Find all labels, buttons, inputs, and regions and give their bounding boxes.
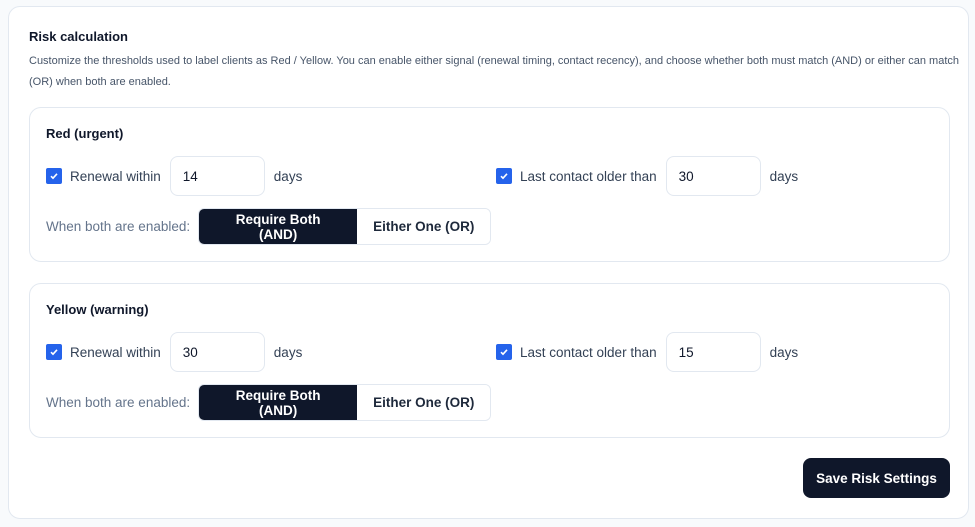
check-icon <box>50 349 58 356</box>
either-one-button[interactable]: Either One (OR) <box>357 385 491 420</box>
match-mode-label: When both are enabled: <box>46 395 191 410</box>
risk-settings-card: Risk calculation Customize the threshold… <box>8 6 969 519</box>
days-unit: days <box>769 344 799 360</box>
contact-label: Last contact older than <box>520 168 657 184</box>
require-both-button[interactable]: Require Both (AND) <box>199 209 358 244</box>
contact-row: Last contact older than days <box>496 332 798 372</box>
match-mode-toggle: Require Both (AND) Either One (OR) <box>198 208 492 245</box>
match-mode-row: When both are enabled: Require Both (AND… <box>46 384 492 421</box>
renewal-row: Renewal within days <box>46 332 302 372</box>
renewal-checkbox[interactable] <box>46 168 62 184</box>
match-mode-toggle: Require Both (AND) Either One (OR) <box>198 384 492 421</box>
either-one-button[interactable]: Either One (OR) <box>357 209 491 244</box>
contact-row: Last contact older than days <box>496 156 798 196</box>
contact-days-input[interactable] <box>665 156 761 196</box>
check-icon <box>500 349 508 356</box>
check-icon <box>500 173 508 180</box>
renewal-days-input[interactable] <box>169 332 265 372</box>
panel-heading: Yellow (warning) <box>46 302 149 317</box>
require-both-button[interactable]: Require Both (AND) <box>199 385 358 420</box>
renewal-row: Renewal within days <box>46 156 302 196</box>
panel-heading: Red (urgent) <box>46 126 124 141</box>
contact-label: Last contact older than <box>520 344 657 360</box>
renewal-days-input[interactable] <box>169 156 265 196</box>
section-description: Customize the thresholds used to label c… <box>29 55 959 88</box>
renewal-label: Renewal within <box>70 344 161 360</box>
contact-checkbox[interactable] <box>496 168 512 184</box>
renewal-label: Renewal within <box>70 168 161 184</box>
check-icon <box>50 173 58 180</box>
match-mode-row: When both are enabled: Require Both (AND… <box>46 208 492 245</box>
days-unit: days <box>769 168 799 184</box>
contact-days-input[interactable] <box>665 332 761 372</box>
match-mode-label: When both are enabled: <box>46 219 191 234</box>
yellow-panel: Yellow (warning) Renewal within days Las… <box>29 283 950 438</box>
red-panel: Red (urgent) Renewal within days Last co… <box>29 107 950 262</box>
days-unit: days <box>273 344 303 360</box>
contact-checkbox[interactable] <box>496 344 512 360</box>
days-unit: days <box>273 168 303 184</box>
section-title: Risk calculation <box>29 29 128 44</box>
renewal-checkbox[interactable] <box>46 344 62 360</box>
save-risk-settings-button[interactable]: Save Risk Settings <box>803 458 950 498</box>
